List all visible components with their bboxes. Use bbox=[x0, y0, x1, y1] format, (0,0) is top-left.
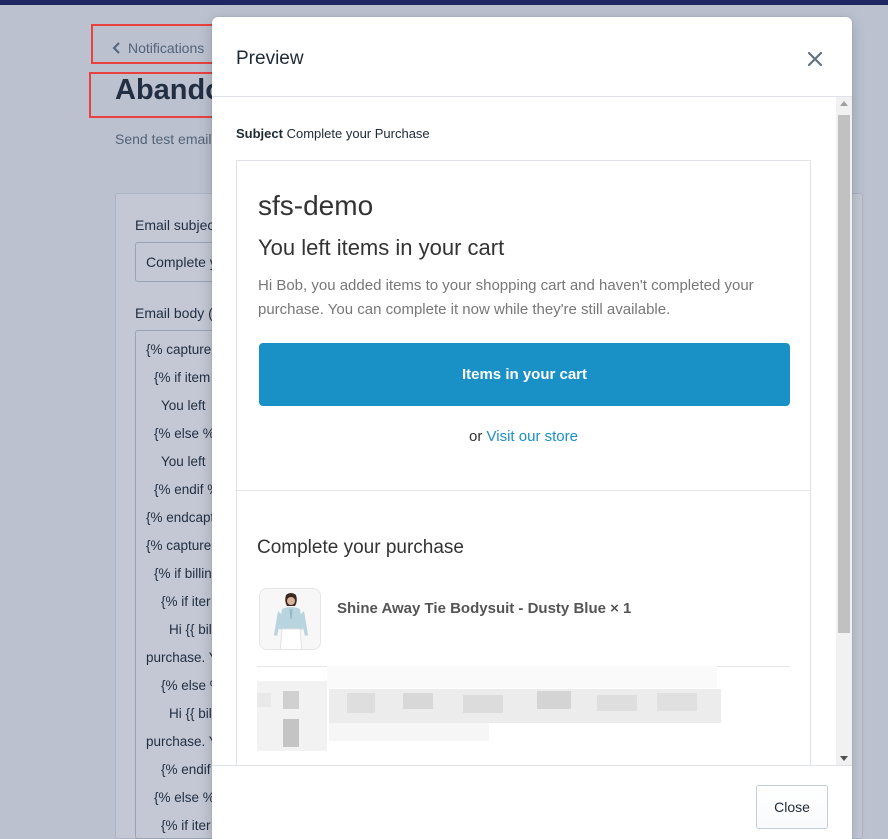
modal-title: Preview bbox=[236, 48, 304, 69]
subject-value: Complete your Purchase bbox=[286, 126, 430, 141]
scroll-up-arrow-icon[interactable] bbox=[840, 101, 848, 106]
vertical-scrollbar[interactable] bbox=[836, 97, 852, 765]
items-in-cart-button[interactable]: Items in your cart bbox=[259, 343, 790, 406]
product-title: Shine Away Tie Bodysuit - Dusty Blue × 1 bbox=[337, 600, 632, 617]
email-preview: sfs-demo You left items in your cart Hi … bbox=[236, 160, 811, 765]
modal-header: Preview bbox=[212, 17, 852, 97]
modal-footer: Close bbox=[212, 765, 852, 839]
or-visit-store: or Visit our store bbox=[237, 428, 810, 445]
or-text: or bbox=[469, 428, 483, 445]
shop-name: sfs-demo bbox=[258, 190, 374, 221]
email-heading: You left items in your cart bbox=[258, 235, 505, 260]
visit-store-link[interactable]: Visit our store bbox=[487, 428, 578, 445]
scroll-thumb[interactable] bbox=[838, 115, 850, 633]
section-heading: Complete your purchase bbox=[257, 537, 464, 558]
divider bbox=[237, 490, 810, 491]
modal-body[interactable]: Subject Complete your Purchase sfs-demo … bbox=[212, 97, 852, 765]
close-button[interactable]: Close bbox=[756, 785, 828, 829]
scroll-down-arrow-icon[interactable] bbox=[840, 756, 848, 761]
subject-prefix: Subject bbox=[236, 126, 283, 141]
product-image bbox=[259, 588, 321, 650]
annotation-box bbox=[89, 72, 232, 118]
email-body-text: Hi Bob, you added items to your shopping… bbox=[258, 277, 754, 318]
preview-modal: Preview Subject Complete your Purchase s… bbox=[212, 17, 852, 839]
annotation-box bbox=[91, 24, 215, 64]
subject-line: Subject Complete your Purchase bbox=[236, 126, 430, 141]
close-icon[interactable] bbox=[804, 48, 826, 70]
